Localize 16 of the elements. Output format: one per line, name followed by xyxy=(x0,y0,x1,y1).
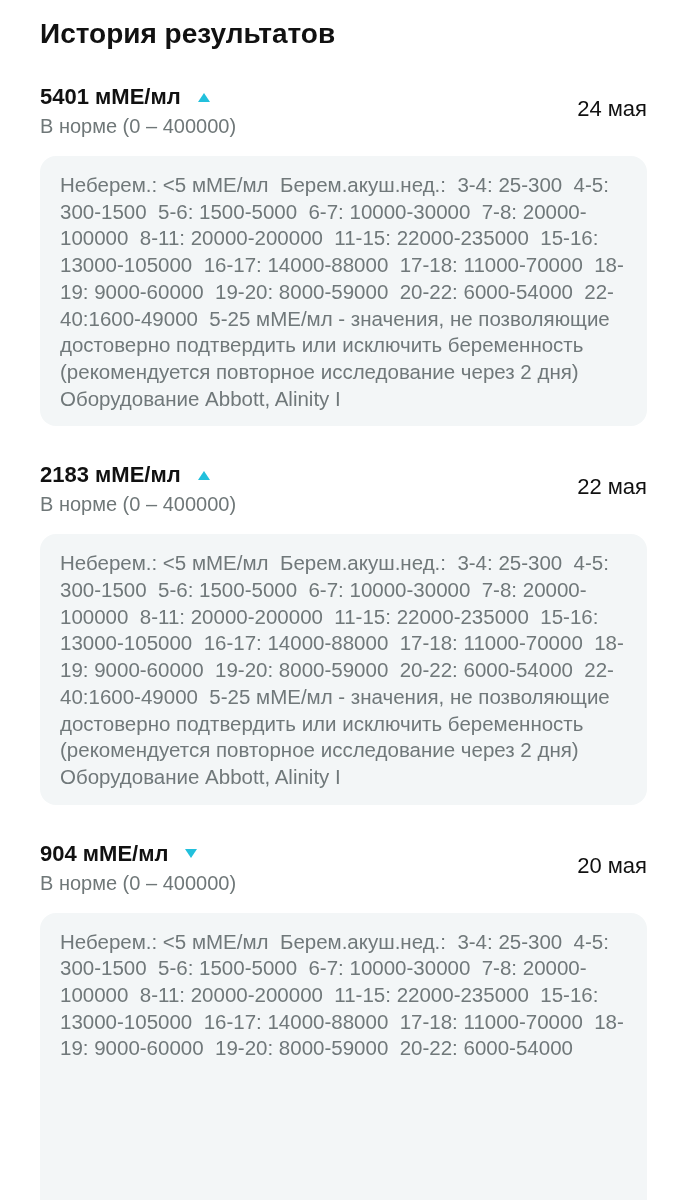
result-date: 22 мая xyxy=(577,473,647,502)
result-date: 24 мая xyxy=(577,95,647,123)
result-value: 904 мМЕ/мл xyxy=(40,839,169,868)
triangle-up-icon xyxy=(196,91,211,103)
reference-note: Неберем.: <5 мМЕ/мл Берем.акуш.нед.: 3-4: 25-300 4-5: 300-1500 5-6: 1500-5000 6-7: 10000-30000 7-8: 20000-100000 8-11: 20000-200000 11-15: 22000-235000 15-16: 13000-105000 16-17: 14000-88000 17-18: 11000-70000 18-19: 9000-60000 19-20: 8000-59000 20-22: 6000-54000 xyxy=(60,928,625,1062)
result-value: 2183 мМЕ/мл xyxy=(40,461,181,490)
page-title: История результатов xyxy=(40,17,337,51)
reference-range: В норме (0 – 400000) xyxy=(40,492,237,518)
triangle-up-icon xyxy=(196,469,211,481)
result-date: 20 мая xyxy=(577,851,647,880)
reference-range: В норме (0 – 400000) xyxy=(40,114,237,139)
triangle-down-icon xyxy=(184,848,199,860)
reference-note: Неберем.: <5 мМЕ/мл Берем.акуш.нед.: 3-4: 25-300 4-5: 300-1500 5-6: 1500-5000 6-7: 10000-30000 7-8: 20000-100000 8-11: 20000-200000 11-15: 22000-235000 15-16: 13000-105000 16-17: 14000-88000 17-18: 11000-70000 18-19: 9000-60000 19-20: 8000-59000 20-22: 6000-54000 22-40:1600-49000 5-25 мМЕ/мл - значения, не позволяющие достоверно подтвердить или исключить беременность (рекомендуется повторное исследование через 2 дня) Оборудование Abbott, Alinity I xyxy=(60,550,625,790)
result-value: 5401 мМЕ/мл xyxy=(40,83,181,111)
reference-range: В норме (0 – 400000) xyxy=(40,870,237,896)
reference-note: Неберем.: <5 мМЕ/мл Берем.акуш.нед.: 3-4: 25-300 4-5: 300-1500 5-6: 1500-5000 6-7: 10000-30000 7-8: 20000-100000 8-11: 20000-200000 11-15: 22000-235000 15-16: 13000-105000 16-17: 14000-88000 17-18: 11000-70000 18-19: 9000-60000 19-20: 8000-59000 20-22: 6000-54000 22-40:1600-49000 5-25 мМЕ/мл - значения, не позволяющие достоверно подтвердить или исключить беременность (рекомендуется повторное исследование через 2 дня) Оборудование Abbott, Alinity I xyxy=(60,172,625,412)
